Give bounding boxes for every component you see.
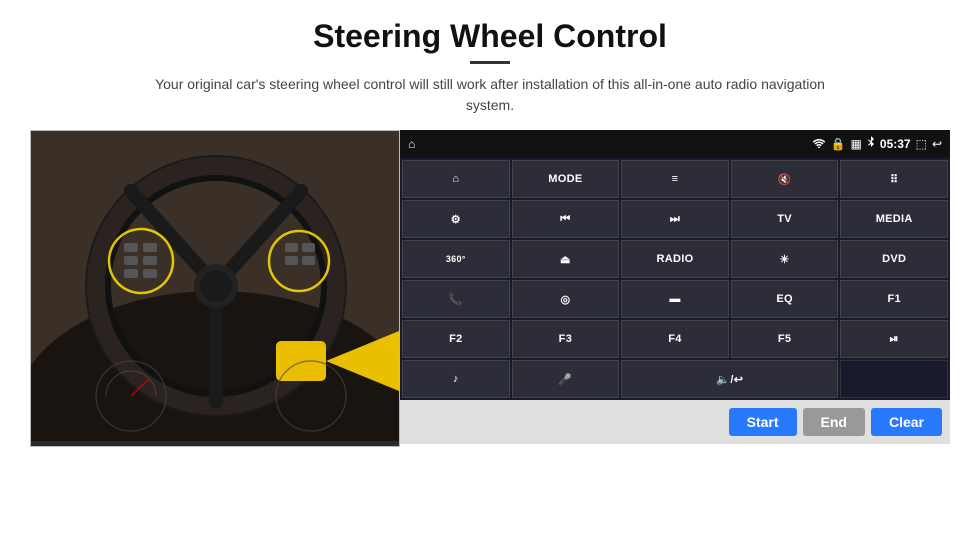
media-btn[interactable]: MEDIA — [840, 200, 948, 238]
apps-btn[interactable]: ⠿ — [840, 160, 948, 198]
f3-btn[interactable]: F3 — [512, 320, 620, 358]
status-time: 05:37 — [880, 137, 911, 151]
dvd-btn[interactable]: DVD — [840, 240, 948, 278]
mode-btn[interactable]: MODE — [512, 160, 620, 198]
home-icon: ⌂ — [408, 137, 415, 151]
action-bar: Start End Clear — [400, 400, 950, 444]
content-row: ⌂ 🔒 ▦ 05:37 ⬚ ↩ — [30, 130, 950, 447]
empty-btn-r6 — [840, 360, 948, 398]
page-title: Steering Wheel Control — [313, 18, 667, 55]
tv-btn[interactable]: TV — [731, 200, 839, 238]
mute-btn[interactable]: 🔇 — [731, 160, 839, 198]
wifi-icon — [812, 137, 826, 151]
cast-icon: ⬚ — [916, 137, 927, 151]
brightness-btn[interactable]: ☀ — [731, 240, 839, 278]
volume-btn[interactable]: 🔈/↩ — [621, 360, 838, 398]
title-divider — [470, 61, 510, 64]
back-icon: ↩ — [932, 137, 942, 151]
f2-btn[interactable]: F2 — [402, 320, 510, 358]
start-button[interactable]: Start — [729, 408, 797, 436]
eq-btn[interactable]: EQ — [731, 280, 839, 318]
f5-btn[interactable]: F5 — [731, 320, 839, 358]
eject-btn[interactable]: ⏏ — [512, 240, 620, 278]
end-button[interactable]: End — [803, 408, 865, 436]
music-btn[interactable]: ♪ — [402, 360, 510, 398]
lock-icon: 🔒 — [831, 137, 846, 151]
steering-wheel-image — [30, 130, 400, 447]
status-left: ⌂ — [408, 137, 415, 151]
screen-btn[interactable]: ▬ — [621, 280, 729, 318]
f4-btn[interactable]: F4 — [621, 320, 729, 358]
home-btn[interactable]: ⌂ — [402, 160, 510, 198]
clear-button[interactable]: Clear — [871, 408, 942, 436]
prev-btn[interactable]: ⏮ — [512, 200, 620, 238]
status-bar: ⌂ 🔒 ▦ 05:37 ⬚ ↩ — [400, 130, 950, 158]
sim-icon: ▦ — [851, 137, 862, 151]
phone-btn[interactable]: 📞 — [402, 280, 510, 318]
playpause-btn[interactable]: ⏯ — [840, 320, 948, 358]
radio-panel: ⌂ 🔒 ▦ 05:37 ⬚ ↩ — [400, 130, 950, 444]
page-subtitle: Your original car's steering wheel contr… — [150, 74, 830, 116]
list-btn[interactable]: ≡ — [621, 160, 729, 198]
360-btn[interactable]: 360° — [402, 240, 510, 278]
f1-btn[interactable]: F1 — [840, 280, 948, 318]
nav-btn[interactable]: ◎ — [512, 280, 620, 318]
next-btn[interactable]: ⏭ — [621, 200, 729, 238]
status-right: 🔒 ▦ 05:37 ⬚ ↩ — [812, 136, 942, 152]
mic-btn[interactable]: 🎤 — [512, 360, 620, 398]
bluetooth-icon — [867, 136, 875, 152]
button-grid: ⌂ MODE ≡ 🔇 ⠿ ⚙ ⏮ ⏭ TV MEDIA 360° ⏏ RADIO… — [400, 158, 950, 400]
settings-btn[interactable]: ⚙ — [402, 200, 510, 238]
radio-btn[interactable]: RADIO — [621, 240, 729, 278]
page-wrapper: Steering Wheel Control Your original car… — [0, 0, 980, 544]
